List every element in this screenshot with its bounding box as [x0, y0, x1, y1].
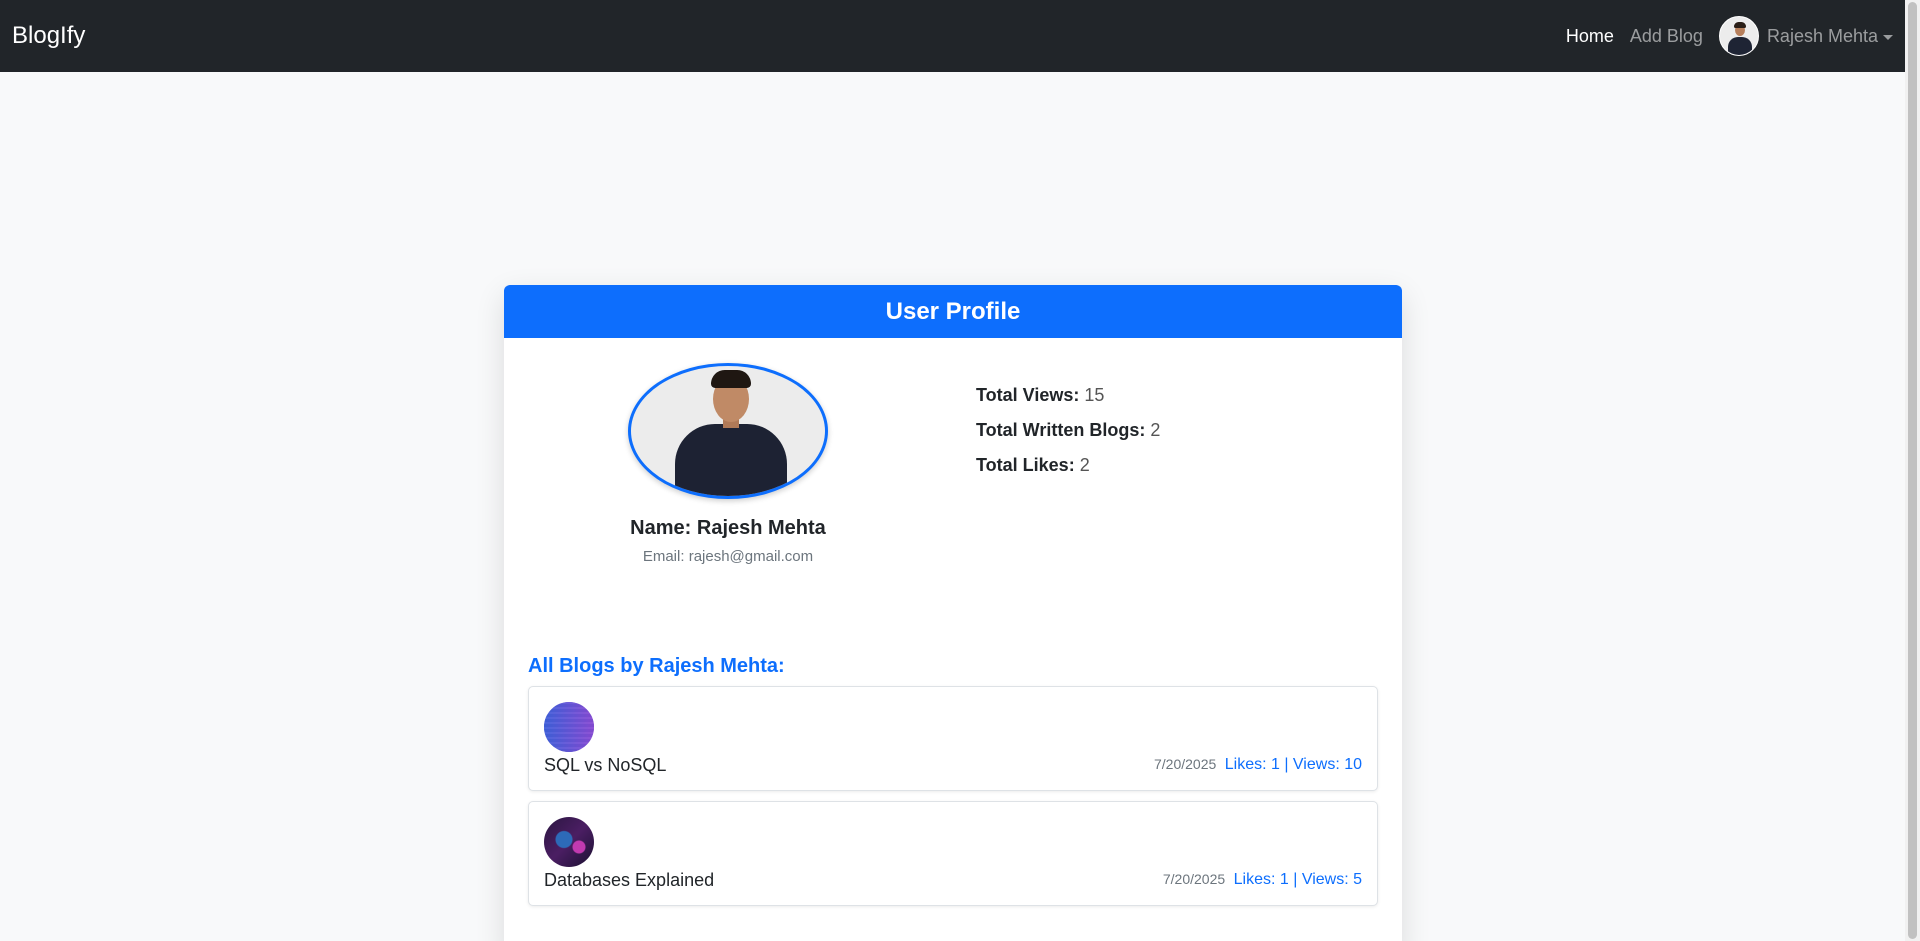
caret-down-icon — [1883, 34, 1893, 40]
profile-email: Email: rajesh@gmail.com — [504, 548, 952, 565]
stat-total-views: Total Views: 15 — [976, 385, 1105, 405]
blog-title[interactable]: Databases Explained — [544, 870, 714, 891]
nav-links: Home Add Blog Rajesh Mehta — [1550, 16, 1893, 56]
user-menu-name: Rajesh Mehta — [1766, 25, 1878, 46]
blog-thumbnail — [544, 817, 594, 867]
blog-meta: 7/20/2025 Likes: 1 | Views: 5 — [1163, 871, 1362, 889]
email-label: Email: — [642, 548, 685, 565]
blog-meta: 7/20/2025 Likes: 1 | Views: 10 — [1154, 756, 1362, 774]
blogs-heading: All Blogs by Rajesh Mehta: — [528, 655, 785, 677]
user-menu-dropdown[interactable]: Rajesh Mehta — [1718, 16, 1893, 56]
blog-list-item[interactable]: SQL vs NoSQL 7/20/2025 Likes: 1 | Views:… — [528, 686, 1378, 791]
blog-stats: Likes: 1 | Views: 5 — [1233, 871, 1362, 888]
email-value: rajesh@gmail.com — [688, 548, 814, 565]
blog-list-item[interactable]: Databases Explained 7/20/2025 Likes: 1 |… — [528, 801, 1378, 906]
profile-info: Name: Rajesh Mehta Email: rajesh@gmail.c… — [504, 363, 952, 565]
blog-stats: Likes: 1 | Views: 10 — [1224, 756, 1362, 773]
stat-total-likes: Total Likes: 2 — [976, 455, 1090, 475]
scrollbar-thumb[interactable] — [1908, 2, 1917, 939]
name-value: Rajesh Mehta — [696, 517, 826, 539]
profile-name: Name: Rajesh Mehta — [504, 517, 952, 540]
page-scrollbar[interactable] — [1905, 0, 1920, 941]
nav-add-blog-link[interactable]: Add Blog — [1630, 26, 1703, 47]
user-profile-card: User Profile Name: Rajesh Mehta Email: r… — [504, 285, 1402, 941]
stat-total-blogs: Total Written Blogs: 2 — [976, 420, 1161, 440]
blog-date: 7/20/2025 — [1162, 871, 1226, 887]
top-navbar: BlogIfy Home Add Blog Rajesh Mehta — [0, 0, 1905, 72]
profile-stats: Total Views: 15 Total Written Blogs: 2 T… — [976, 385, 1160, 490]
blog-thumbnail — [544, 702, 594, 752]
brand-logo[interactable]: BlogIfy — [12, 22, 85, 50]
nav-home-link[interactable]: Home — [1566, 26, 1614, 47]
card-header: User Profile — [504, 285, 1402, 338]
blog-title[interactable]: SQL vs NoSQL — [544, 755, 666, 776]
name-label: Name: — [630, 517, 692, 539]
user-avatar — [1718, 16, 1759, 56]
profile-avatar — [628, 363, 828, 499]
blog-date: 7/20/2025 — [1153, 756, 1217, 772]
